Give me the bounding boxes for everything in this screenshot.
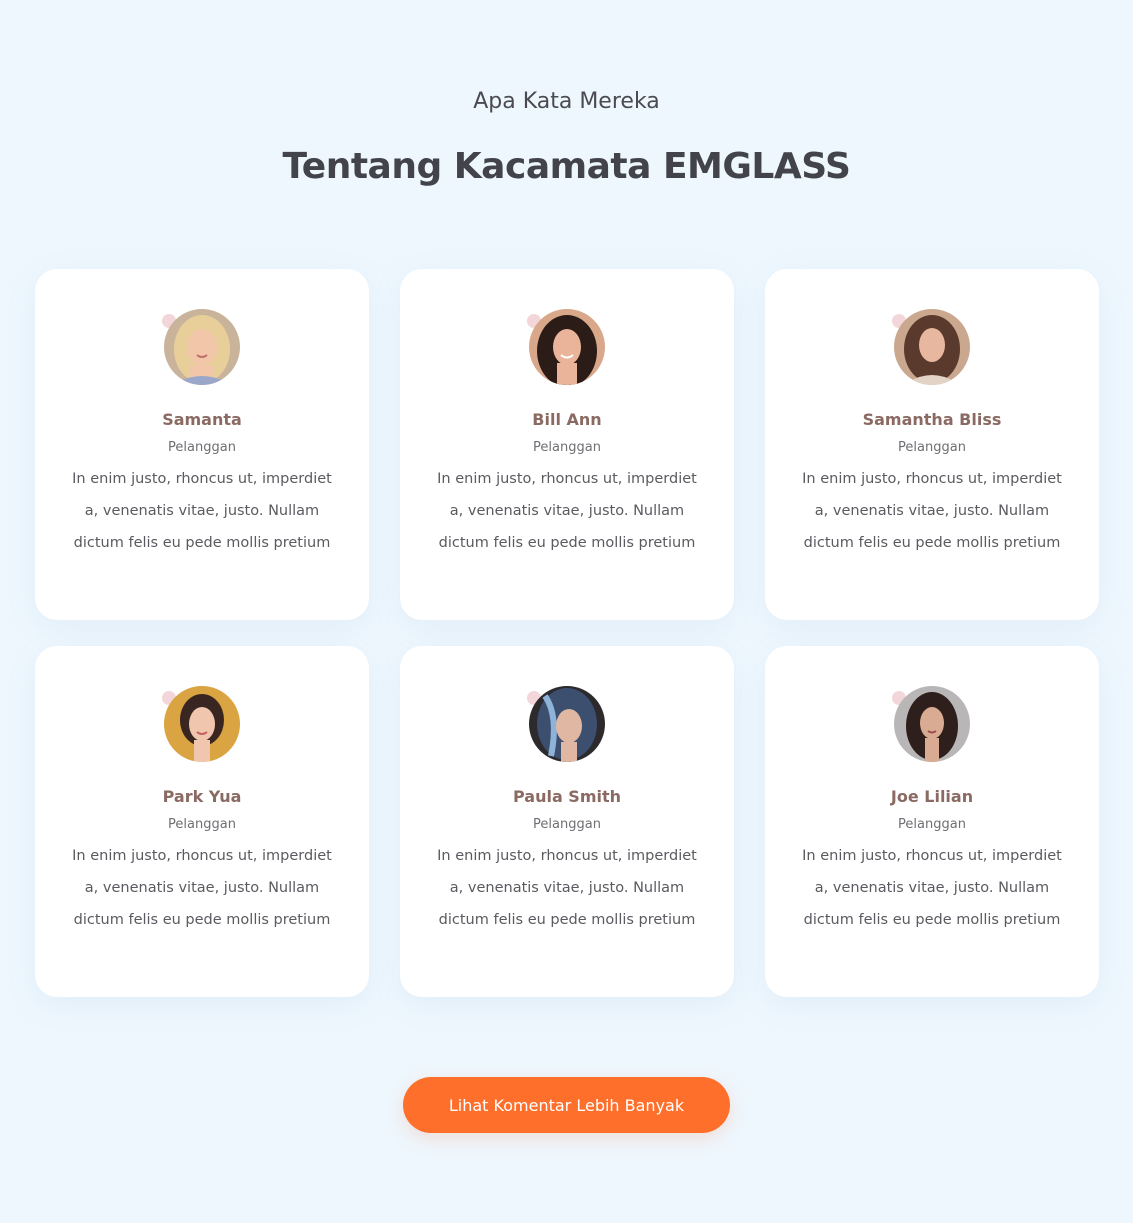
testimonial-card: Paula Smith Pelanggan In enim justo, rho… (400, 646, 734, 997)
testimonial-name: Samanta (162, 410, 242, 429)
more-comments-button[interactable]: Lihat Komentar Lebih Banyak (403, 1077, 730, 1133)
testimonial-name: Paula Smith (512, 787, 622, 806)
testimonial-quote: In enim justo, rhoncus ut, imperdiet a, … (802, 848, 1062, 928)
avatar (529, 309, 605, 385)
avatar (894, 309, 970, 385)
avatar-container (527, 309, 605, 385)
testimonial-name: Bill Ann (532, 410, 602, 429)
avatar (164, 309, 240, 385)
avatar-container (162, 686, 240, 762)
testimonial-role: Pelanggan (168, 440, 236, 455)
testimonial-role: Pelanggan (168, 817, 236, 832)
section-title: Tentang Kacamata EMGLASS (282, 146, 851, 187)
avatar-container (892, 686, 970, 762)
testimonials-section: Apa Kata Mereka Tentang Kacamata EMGLASS (0, 0, 1133, 1223)
avatar (529, 686, 605, 762)
testimonial-name: Samantha Bliss (862, 410, 1002, 429)
testimonial-quote: In enim justo, rhoncus ut, imperdiet a, … (437, 848, 697, 928)
testimonial-quote: In enim justo, rhoncus ut, imperdiet a, … (72, 471, 332, 551)
testimonial-role: Pelanggan (533, 440, 601, 455)
avatar-container (527, 686, 605, 762)
avatar-container (162, 309, 240, 385)
testimonial-quote: In enim justo, rhoncus ut, imperdiet a, … (802, 471, 1062, 551)
testimonial-name: Joe Lilian (890, 787, 974, 806)
testimonial-card: Samanta Pelanggan In enim justo, rhoncus… (35, 269, 369, 620)
section-subtitle: Apa Kata Mereka (473, 89, 660, 114)
testimonial-role: Pelanggan (898, 440, 966, 455)
testimonial-grid: Samanta Pelanggan In enim justo, rhoncus… (35, 269, 1099, 997)
testimonial-card: Bill Ann Pelanggan In enim justo, rhoncu… (400, 269, 734, 620)
testimonial-role: Pelanggan (898, 817, 966, 832)
testimonial-quote: In enim justo, rhoncus ut, imperdiet a, … (72, 848, 332, 928)
testimonial-card: Joe Lilian Pelanggan In enim justo, rhon… (765, 646, 1099, 997)
testimonial-name: Park Yua (162, 787, 242, 806)
testimonial-card: Park Yua Pelanggan In enim justo, rhoncu… (35, 646, 369, 997)
avatar-container (892, 309, 970, 385)
avatar (164, 686, 240, 762)
testimonial-role: Pelanggan (533, 817, 601, 832)
testimonial-card: Samantha Bliss Pelanggan In enim justo, … (765, 269, 1099, 620)
testimonial-quote: In enim justo, rhoncus ut, imperdiet a, … (437, 471, 697, 551)
avatar (894, 686, 970, 762)
